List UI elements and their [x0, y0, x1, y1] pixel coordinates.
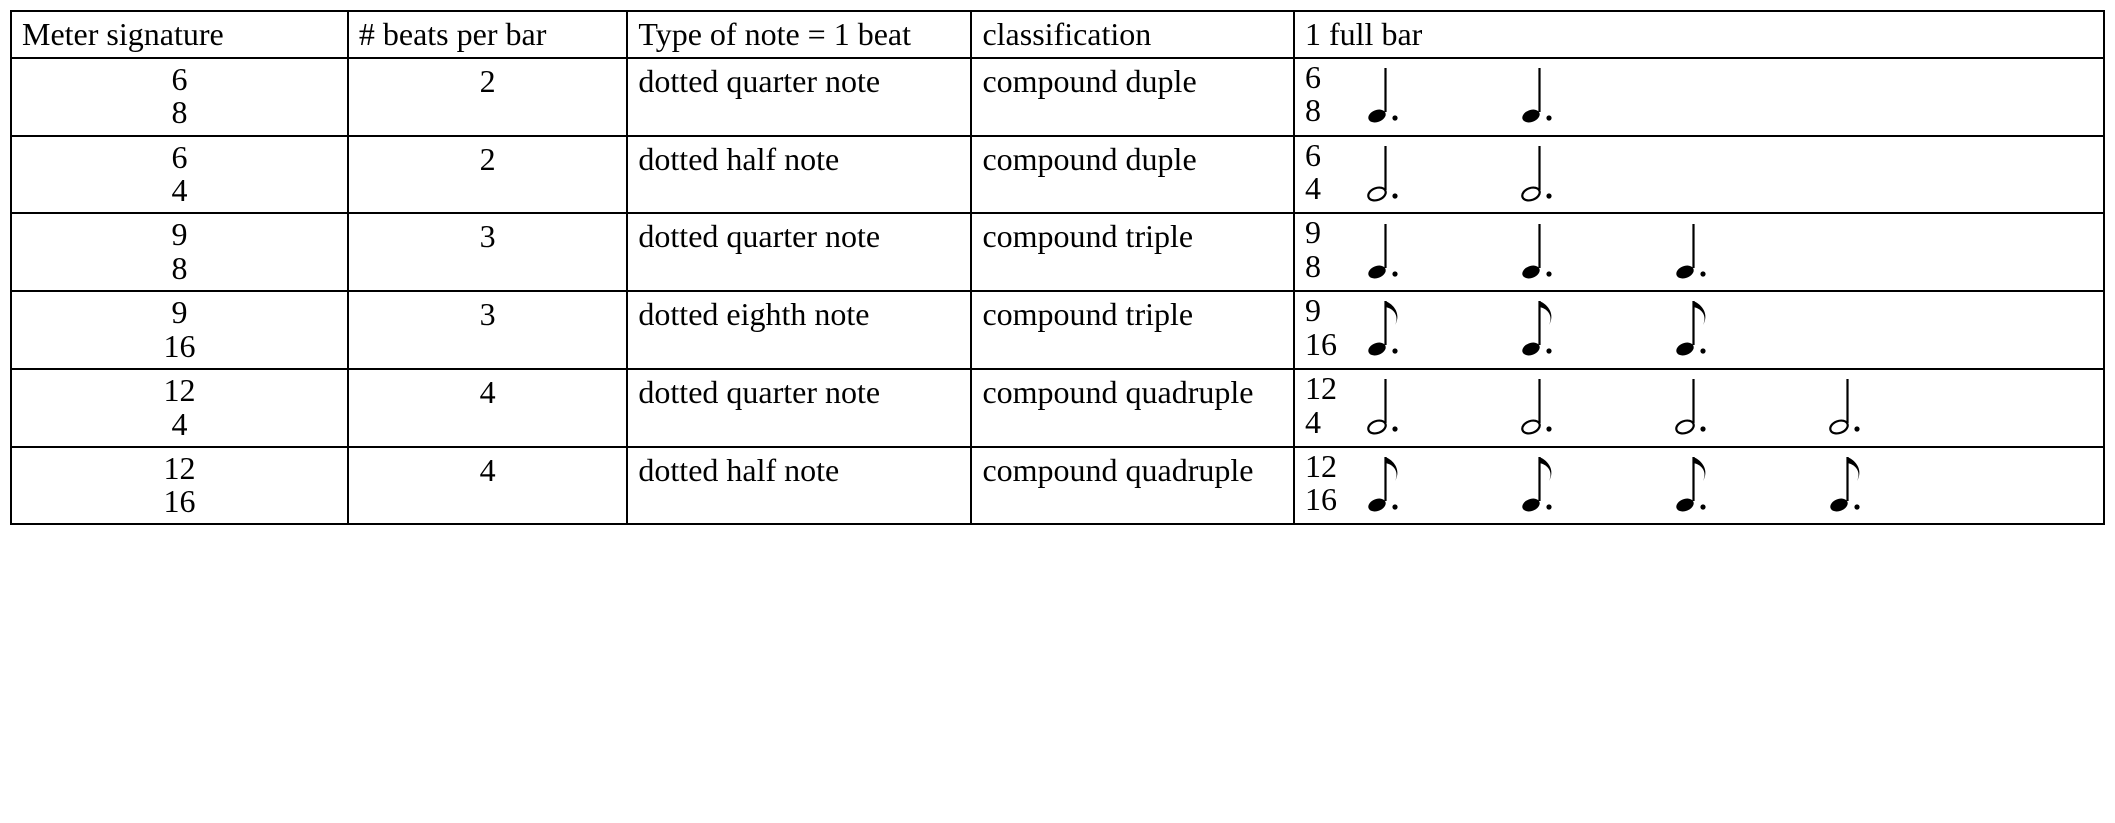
- beats-cell: 3: [348, 213, 628, 291]
- bar-meter-top: 12: [1305, 450, 1339, 484]
- table-row: 9163dotted eighth notecompound triple916: [11, 291, 2104, 369]
- beats-cell: 4: [348, 447, 628, 525]
- music-note-icon: [1365, 140, 1409, 204]
- beats-cell: 3: [348, 291, 628, 369]
- meter-bottom: 16: [163, 330, 195, 364]
- bar-meter-stack: 64: [1305, 139, 1339, 206]
- header-full-bar: 1 full bar: [1294, 11, 2104, 58]
- header-beats: # beats per bar: [348, 11, 628, 58]
- meter-signature-cell: 124: [11, 369, 348, 447]
- note-type-cell: dotted quarter note: [627, 213, 971, 291]
- classification-cell: compound quadruple: [971, 369, 1294, 447]
- bar-meter-stack: 1216: [1305, 450, 1339, 517]
- music-note-icon: [1519, 451, 1563, 515]
- bar-meter-bottom: 8: [1305, 250, 1339, 284]
- note-type-cell: dotted eighth note: [627, 291, 971, 369]
- bar-meter-stack: 98: [1305, 216, 1339, 283]
- full-bar-cell: 1216: [1294, 447, 2104, 525]
- meter-bottom: 4: [171, 174, 187, 208]
- bar-meter-top: 9: [1305, 294, 1339, 328]
- bar-meter-stack: 916: [1305, 294, 1339, 361]
- bar-meter-stack: 124: [1305, 372, 1339, 439]
- notes-row: [1365, 218, 1717, 282]
- music-note-icon: [1519, 218, 1563, 282]
- header-meter: Meter signature: [11, 11, 348, 58]
- table-header-row: Meter signature # beats per bar Type of …: [11, 11, 2104, 58]
- classification-cell: compound triple: [971, 291, 1294, 369]
- table-row: 12164dotted half notecompound quadruple1…: [11, 447, 2104, 525]
- notes-row: [1365, 451, 1871, 515]
- music-note-icon: [1827, 373, 1871, 437]
- bar-meter-bottom: 8: [1305, 94, 1339, 128]
- full-bar-cell: 64: [1294, 136, 2104, 214]
- classification-cell: compound quadruple: [971, 447, 1294, 525]
- meter-top: 6: [171, 63, 187, 97]
- music-note-icon: [1673, 373, 1717, 437]
- notes-row: [1365, 295, 1717, 359]
- meter-signature-cell: 64: [11, 136, 348, 214]
- note-type-cell: dotted quarter note: [627, 58, 971, 136]
- meter-bottom: 4: [163, 408, 195, 442]
- music-note-icon: [1365, 451, 1409, 515]
- meter-top: 6: [171, 141, 187, 175]
- meter-table: Meter signature # beats per bar Type of …: [10, 10, 2105, 525]
- music-note-icon: [1673, 295, 1717, 359]
- full-bar-cell: 124: [1294, 369, 2104, 447]
- bar-meter-top: 12: [1305, 372, 1339, 406]
- bar-meter-bottom: 16: [1305, 483, 1339, 517]
- music-note-icon: [1519, 295, 1563, 359]
- table-row: 983dotted quarter notecompound triple98: [11, 213, 2104, 291]
- table-row: 1244dotted quarter notecompound quadrupl…: [11, 369, 2104, 447]
- bar-meter-top: 6: [1305, 139, 1339, 173]
- notes-row: [1365, 373, 1871, 437]
- music-note-icon: [1365, 62, 1409, 126]
- meter-top: 12: [163, 452, 195, 486]
- bar-meter-bottom: 4: [1305, 406, 1339, 440]
- beats-cell: 4: [348, 369, 628, 447]
- meter-signature-cell: 98: [11, 213, 348, 291]
- header-classification: classification: [971, 11, 1294, 58]
- bar-meter-bottom: 4: [1305, 172, 1339, 206]
- beats-cell: 2: [348, 136, 628, 214]
- classification-cell: compound duple: [971, 136, 1294, 214]
- meter-signature-cell: 916: [11, 291, 348, 369]
- music-note-icon: [1519, 373, 1563, 437]
- note-type-cell: dotted quarter note: [627, 369, 971, 447]
- notes-row: [1365, 62, 1563, 126]
- meter-bottom: 8: [171, 96, 187, 130]
- meter-top: 9: [163, 296, 195, 330]
- full-bar-cell: 916: [1294, 291, 2104, 369]
- meter-signature-cell: 68: [11, 58, 348, 136]
- music-note-icon: [1673, 218, 1717, 282]
- bar-meter-bottom: 16: [1305, 328, 1339, 362]
- music-note-icon: [1365, 218, 1409, 282]
- bar-meter-top: 9: [1305, 216, 1339, 250]
- note-type-cell: dotted half note: [627, 136, 971, 214]
- meter-bottom: 16: [163, 485, 195, 519]
- bar-meter-top: 6: [1305, 61, 1339, 95]
- meter-signature-cell: 1216: [11, 447, 348, 525]
- bar-meter-stack: 68: [1305, 61, 1339, 128]
- full-bar-cell: 68: [1294, 58, 2104, 136]
- header-note-type: Type of note = 1 beat: [627, 11, 971, 58]
- classification-cell: compound triple: [971, 213, 1294, 291]
- meter-top: 9: [171, 218, 187, 252]
- note-type-cell: dotted half note: [627, 447, 971, 525]
- music-note-icon: [1365, 373, 1409, 437]
- table-row: 682dotted quarter notecompound duple68: [11, 58, 2104, 136]
- meter-top: 12: [163, 374, 195, 408]
- meter-bottom: 8: [171, 252, 187, 286]
- music-note-icon: [1519, 62, 1563, 126]
- table-row: 642dotted half notecompound duple64: [11, 136, 2104, 214]
- music-note-icon: [1519, 140, 1563, 204]
- music-note-icon: [1365, 295, 1409, 359]
- music-note-icon: [1827, 451, 1871, 515]
- notes-row: [1365, 140, 1563, 204]
- beats-cell: 2: [348, 58, 628, 136]
- music-note-icon: [1673, 451, 1717, 515]
- classification-cell: compound duple: [971, 58, 1294, 136]
- full-bar-cell: 98: [1294, 213, 2104, 291]
